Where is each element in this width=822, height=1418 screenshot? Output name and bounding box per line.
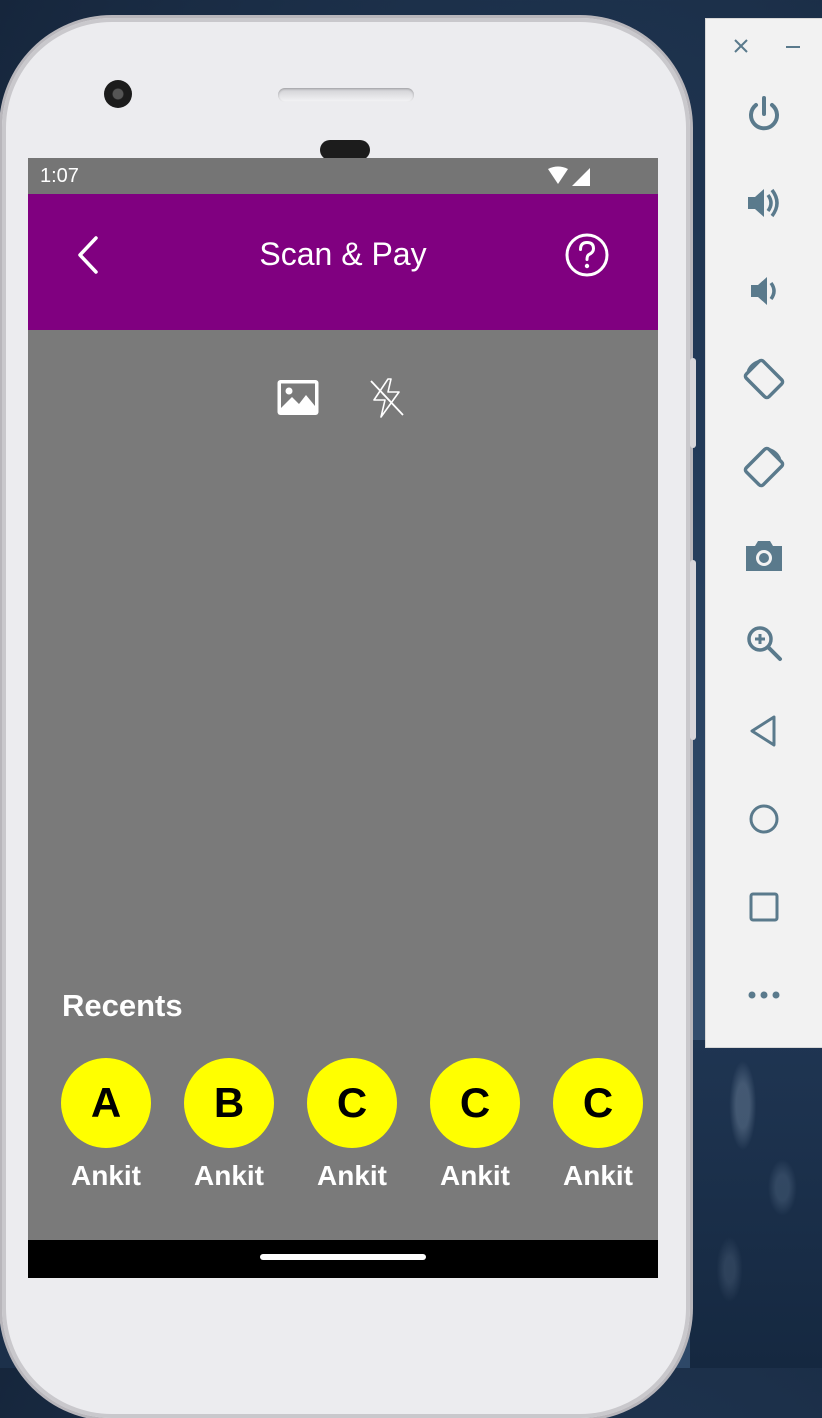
recent-contact-name: Ankit [563,1160,633,1191]
flash-off-icon[interactable] [366,376,408,420]
power-icon[interactable] [742,93,786,137]
back-icon[interactable] [742,709,786,753]
status-time: 1:07 [40,165,79,187]
desktop-background [690,1040,822,1368]
rotate-right-icon[interactable] [742,445,786,489]
side-button-volume [690,560,696,740]
home-icon[interactable] [742,797,786,841]
overview-icon[interactable] [742,885,786,929]
side-button-power [690,358,696,448]
rotate-left-icon[interactable] [742,357,786,401]
earpiece-speaker [278,88,414,102]
gesture-navigation-bar [28,1240,658,1278]
emulator-toolbar [705,18,822,1048]
recent-contact[interactable]: C Ankit [297,1058,407,1198]
recent-contact-name: Ankit [194,1160,264,1191]
recent-contact[interactable]: B Ankit [174,1058,284,1198]
gallery-image-icon[interactable] [276,378,320,418]
status-bar: 1:07 [28,158,658,194]
phone-screen: 1:07 Scan & Pay Recents A Ankit B Ankit … [28,158,658,1278]
avatar: B [184,1058,274,1148]
avatar: C [553,1058,643,1148]
signal-wifi-icon [548,166,590,186]
zoom-icon[interactable] [742,621,786,665]
close-icon[interactable] [730,35,752,57]
front-camera [104,80,132,108]
recent-contact[interactable]: C Ankit [543,1058,653,1198]
avatar: C [307,1058,397,1148]
help-icon[interactable] [564,232,610,278]
home-gesture-pill[interactable] [260,1254,426,1260]
proximity-sensor [320,140,370,160]
avatar: C [430,1058,520,1148]
recent-contact-name: Ankit [317,1160,387,1191]
volume-up-icon[interactable] [742,181,786,225]
recents-list: A Ankit B Ankit C Ankit C Ankit C Ankit [28,1058,658,1198]
more-icon[interactable] [742,973,786,1017]
avatar: A [61,1058,151,1148]
recent-contact[interactable]: C Ankit [420,1058,530,1198]
recent-contact-name: Ankit [440,1160,510,1191]
recents-heading: Recents [62,988,183,1023]
minimize-icon[interactable] [782,35,804,57]
recent-contact[interactable]: A Ankit [51,1058,161,1198]
volume-down-icon[interactable] [742,269,786,313]
camera-icon[interactable] [742,533,786,577]
recent-contact-name: Ankit [71,1160,141,1191]
